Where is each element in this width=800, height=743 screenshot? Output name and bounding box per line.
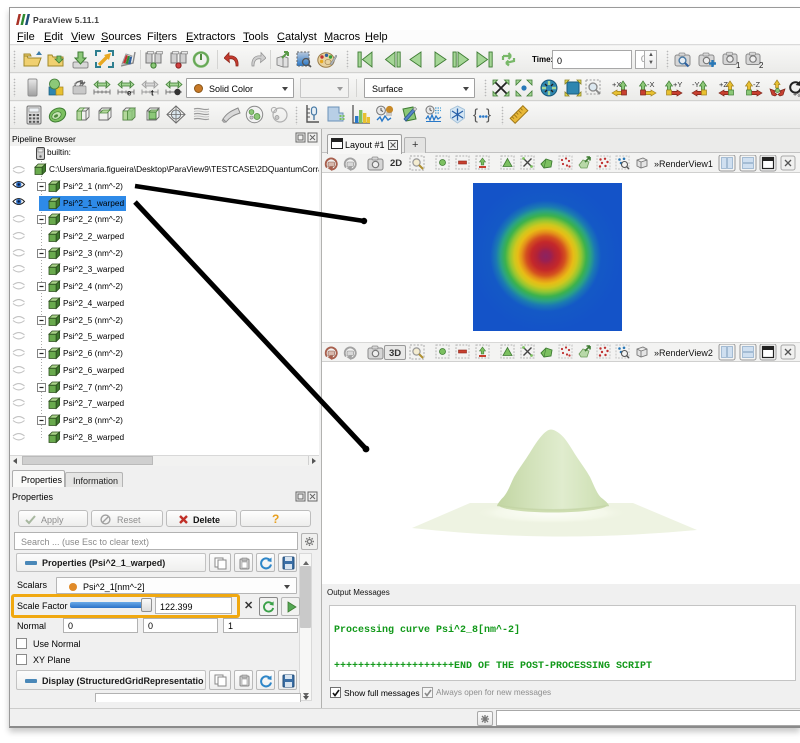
svg-text:1: 1	[736, 61, 740, 68]
svg-text:-Y: -Y	[692, 80, 700, 89]
svg-text:+X: +X	[612, 80, 621, 89]
svg-text:+Z: +Z	[719, 80, 728, 89]
svg-text:2: 2	[759, 61, 763, 68]
svg-text:-Z: -Z	[753, 80, 760, 89]
svg-text:{: {	[473, 107, 478, 124]
svg-text:-X: -X	[647, 80, 655, 89]
svg-text:+Y: +Y	[673, 80, 682, 89]
svg-text:}: }	[486, 107, 491, 124]
svg-text:+90: +90	[793, 92, 800, 98]
